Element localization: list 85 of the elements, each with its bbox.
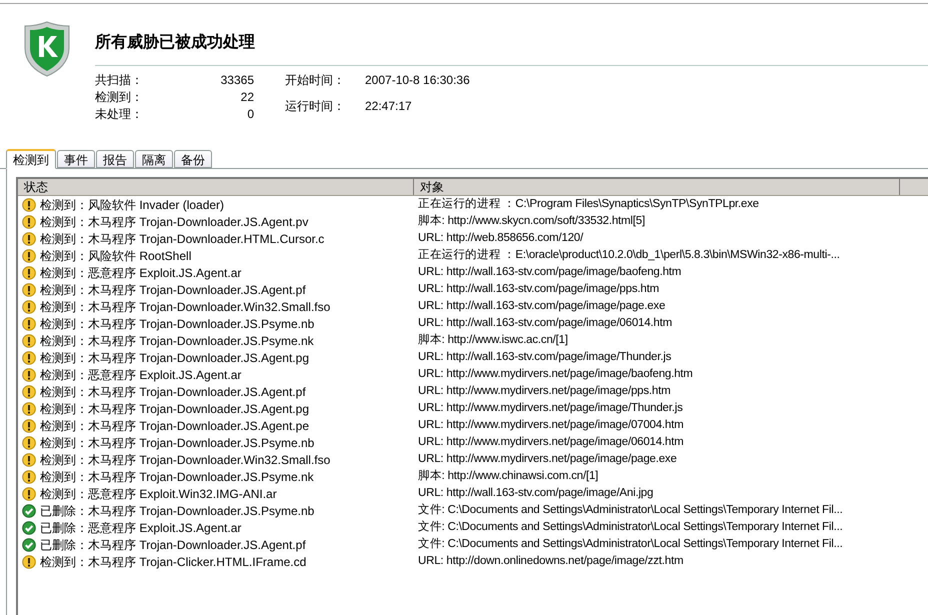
object-cell-text: URL: http://www.mydirvers.net/page/image/baofeng.htm: [417, 366, 693, 382]
object-cell-text: URL: http://www.mydirvers.net/page/image/Thunder.js: [417, 400, 683, 416]
object-cell-text: URL: http://www.mydirvers.net/page/image/page.exe: [417, 452, 677, 467]
status-cell-text: 检测到：风险软件 Invader (loader): [40, 196, 224, 214]
object-cell-text: URL: http://www.mydirvers.net/page/image/pps.htm: [417, 384, 670, 399]
time-label: 开始时间：: [285, 72, 346, 89]
status-title: 所有威胁已被成功处理: [95, 31, 256, 53]
warning-icon: [22, 368, 36, 382]
object-cell-text: URL: http://web.858656.com/120/: [417, 230, 584, 246]
object-cell-text: URL: http://wall.163-stv.com/page/image/page.exe: [417, 298, 666, 314]
object-cell-text: 文件: C:\Documents and Settings\Administrator\Local Settings\Temporary Internet Fil...: [417, 502, 843, 518]
object-cell-text: 脚本: http://www.skycn.com/soft/33532.html[5]: [417, 214, 645, 229]
object-cell-text: 文件: C:\Documents and Settings\Administrator\Local Settings\Temporary Internet Fil...: [417, 536, 843, 552]
status-cell-text: 检测到：木马程序 Trojan-Downloader.JS.Psyme.nb: [40, 434, 314, 452]
check-icon: [22, 520, 36, 534]
stat-label: 未处理：: [95, 106, 144, 123]
status-cell-text: 检测到：木马程序 Trojan-Downloader.JS.Agent.pg: [40, 400, 309, 418]
time-label: 运行时间：: [285, 98, 346, 114]
object-cell-text: URL: http://wall.163-stv.com/page/image/Ani.jpg: [417, 486, 654, 501]
time-value: 2007-10-8 16:30:36: [365, 72, 471, 89]
status-cell-text: 已删除：木马程序 Trojan-Downloader.JS.Agent.pf: [40, 536, 306, 554]
warning-icon: [22, 452, 36, 466]
warning-icon: [22, 232, 36, 246]
stat-value: 22: [240, 89, 254, 106]
shield-logo-icon: [22, 20, 72, 78]
object-cell-text: URL: http://down.onlinedowns.net/page/image/zzt.htm: [417, 554, 684, 569]
status-cell-text: 检测到：木马程序 Trojan-Downloader.HTML.Cursor.c: [40, 230, 324, 248]
warning-icon: [22, 486, 36, 500]
status-cell-text: 检测到：木马程序 Trojan-Downloader.JS.Agent.pg: [40, 350, 309, 366]
status-cell-text: 检测到：风险软件 RootShell: [40, 248, 192, 264]
check-icon: [22, 504, 36, 518]
warning-icon: [22, 418, 36, 432]
object-cell-text: URL: http://www.mydirvers.net/page/image/07004.htm: [417, 418, 684, 433]
stat-label: 检测到：: [95, 89, 144, 106]
object-cell-text: URL: http://wall.163-stv.com/page/image/pps.htm: [417, 282, 659, 297]
status-cell-text: 已删除：木马程序 Trojan-Downloader.JS.Psyme.nb: [40, 502, 314, 520]
tab[interactable]: 备份: [174, 150, 212, 168]
object-cell-text: 正在运行的进程 ：C:\Program Files\Synaptics\SynTP\SynTPLpr.exe: [417, 196, 759, 212]
object-cell-text: 脚本: http://www.iswc.ac.cn/[1]: [417, 332, 568, 348]
warning-icon: [22, 300, 36, 314]
status-cell-text: 检测到：恶意程序 Exploit.JS.Agent.ar: [40, 366, 242, 384]
status-cell-text: 检测到：木马程序 Trojan-Downloader.JS.Psyme.nk: [40, 332, 314, 350]
warning-icon: [22, 198, 36, 212]
status-cell-text: 检测到：木马程序 Trojan-Downloader.JS.Psyme.nk: [40, 468, 314, 486]
warning-icon: [22, 316, 36, 330]
status-cell-text: 检测到：木马程序 Trojan-Downloader.JS.Agent.pf: [40, 282, 306, 298]
column-header[interactable]: 状态: [18, 179, 414, 195]
object-cell-text: URL: http://www.mydirvers.net/page/image/06014.htm: [417, 434, 684, 450]
tab[interactable]: 事件: [57, 150, 95, 168]
stat-value: 33365: [220, 72, 254, 89]
warning-icon: [22, 248, 36, 262]
status-cell-text: 检测到：恶意程序 Exploit.JS.Agent.ar: [40, 264, 242, 282]
status-cell-text: 检测到：木马程序 Trojan-Downloader.JS.Agent.pv: [40, 214, 308, 230]
time-value: 22:47:17: [365, 98, 413, 114]
warning-icon: [22, 402, 36, 416]
tab[interactable]: 报告: [96, 150, 134, 168]
status-cell-text: 检测到：木马程序 Trojan-Downloader.Win32.Small.fso: [40, 452, 330, 468]
warning-icon: [22, 470, 36, 484]
status-cell-text: 检测到：木马程序 Trojan-Clicker.HTML.IFrame.cd: [40, 554, 306, 570]
status-cell-text: 检测到：木马程序 Trojan-Downloader.Win32.Small.fso: [40, 298, 330, 316]
tab[interactable]: 隔离: [135, 150, 173, 168]
warning-icon: [22, 436, 36, 450]
object-cell-text: URL: http://wall.163-stv.com/page/image/Thunder.js: [417, 350, 672, 365]
warning-icon: [22, 266, 36, 280]
column-header[interactable]: 对象: [414, 179, 900, 195]
status-cell-text: 已删除：恶意程序 Exploit.JS.Agent.ar: [40, 520, 242, 536]
object-cell-text: URL: http://wall.163-stv.com/page/image/06014.htm: [417, 316, 672, 331]
warning-icon: [22, 334, 36, 348]
stat-value: 0: [246, 106, 254, 123]
status-cell-text: 检测到：木马程序 Trojan-Downloader.JS.Psyme.nb: [40, 316, 314, 332]
tab[interactable]: 检测到: [6, 149, 56, 169]
warning-icon: [22, 384, 36, 398]
check-icon: [22, 538, 36, 552]
status-cell-text: 检测到：木马程序 Trojan-Downloader.JS.Agent.pf: [40, 384, 306, 400]
warning-icon: [22, 350, 36, 364]
status-cell-text: 检测到：木马程序 Trojan-Downloader.JS.Agent.pe: [40, 418, 309, 434]
object-cell-text: 脚本: http://www.chinawsi.com.cn/[1]: [417, 468, 598, 484]
stat-label: 共扫描：: [95, 72, 144, 89]
warning-icon: [22, 282, 36, 296]
object-cell-text: 正在运行的进程 ：E:\oracle\product\10.2.0\db_1\perl\5.8.3\bin\MSWin32-x86-multi-...: [417, 248, 840, 263]
object-cell-text: 文件: C:\Documents and Settings\Administrator\Local Settings\Temporary Internet Fil...: [417, 520, 843, 535]
warning-icon: [22, 554, 36, 568]
status-cell-text: 检测到：恶意程序 Exploit.Win32.IMG-ANI.ar: [40, 486, 277, 502]
object-cell-text: URL: http://wall.163-stv.com/page/image/baofeng.htm: [417, 264, 682, 280]
warning-icon: [22, 214, 36, 228]
